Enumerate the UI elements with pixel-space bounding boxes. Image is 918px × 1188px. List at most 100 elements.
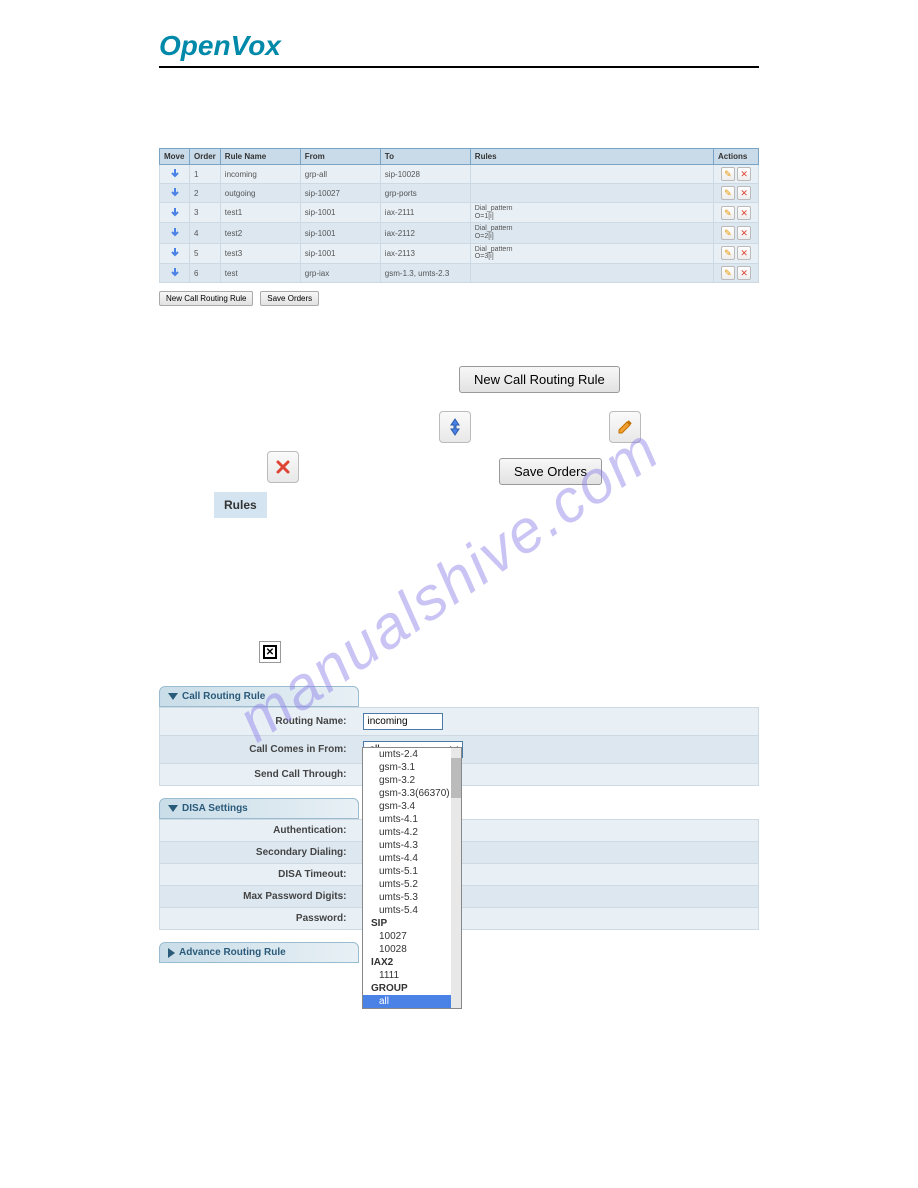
dropdown-option[interactable]: umts-4.3 (363, 839, 461, 852)
chevron-right-icon (168, 948, 175, 958)
dropdown-scrollbar[interactable] (451, 748, 461, 1008)
advance-section-header[interactable]: Advance Routing Rule (159, 942, 359, 963)
max-pwd-label: Max Password Digits: (160, 886, 355, 908)
dropdown-option[interactable]: all (363, 995, 461, 1008)
advance-title: Advance Routing Rule (179, 947, 286, 958)
cell-from: sip-1001 (300, 203, 380, 223)
delete-icon[interactable]: ✕ (737, 226, 751, 240)
chevron-down-icon (168, 805, 178, 812)
cell-order: 3 (190, 203, 221, 223)
th-rules: Rules (470, 149, 713, 165)
cell-to: iax-2113 (380, 243, 470, 263)
cell-rules: Dial_pattern O=2[i] (470, 223, 713, 243)
dropdown-panel[interactable]: umts-2.4gsm-3.1gsm-3.2gsm-3.3(66370)gsm-… (362, 747, 462, 1009)
cell-rules (470, 165, 713, 184)
cell-name: test (220, 264, 300, 283)
dropdown-option[interactable]: GROUP (363, 982, 461, 995)
cell-to: grp-ports (380, 184, 470, 203)
dropdown-option[interactable]: umts-5.2 (363, 878, 461, 891)
move-down-icon[interactable] (169, 246, 181, 258)
dropdown-option[interactable]: gsm-3.4 (363, 800, 461, 813)
cell-name: test3 (220, 243, 300, 263)
cell-from: sip-1001 (300, 223, 380, 243)
dropdown-option[interactable]: 10028 (363, 943, 461, 956)
dropdown-option[interactable]: gsm-3.1 (363, 761, 461, 774)
delete-icon[interactable]: ✕ (737, 246, 751, 260)
disa-section-header[interactable]: DISA Settings (159, 798, 359, 819)
cell-from: grp-all (300, 165, 380, 184)
delete-icon[interactable]: ✕ (737, 206, 751, 220)
password-label: Password: (160, 908, 355, 930)
disa-title: DISA Settings (182, 803, 248, 814)
cell-rules (470, 184, 713, 203)
edit-icon[interactable]: ✎ (721, 167, 735, 181)
th-from: From (300, 149, 380, 165)
cell-name: incoming (220, 165, 300, 184)
cell-order: 4 (190, 223, 221, 243)
dropdown-option[interactable]: gsm-3.2 (363, 774, 461, 787)
edit-icon[interactable]: ✎ (721, 246, 735, 260)
delete-icon[interactable]: ✕ (737, 167, 751, 181)
disa-timeout-label: DISA Timeout: (160, 864, 355, 886)
delete-icon[interactable]: ✕ (737, 186, 751, 200)
dropdown-option[interactable]: umts-5.3 (363, 891, 461, 904)
dropdown-option[interactable]: IAX2 (363, 956, 461, 969)
dropdown-option[interactable]: SIP (363, 917, 461, 930)
table-row: 5test3sip-1001iax-2113Dial_pattern O=3[i… (160, 243, 759, 263)
table-header-row: Move Order Rule Name From To Rules Actio… (160, 149, 759, 165)
new-rule-button-big[interactable]: New Call Routing Rule (459, 366, 620, 393)
dropdown-option[interactable]: umts-4.2 (363, 826, 461, 839)
edit-icon[interactable]: ✎ (721, 206, 735, 220)
th-actions: Actions (714, 149, 759, 165)
routing-name-label: Routing Name: (160, 708, 355, 736)
dropdown-option[interactable]: umts-5.1 (363, 865, 461, 878)
cell-name: outgoing (220, 184, 300, 203)
dropdown-option[interactable]: umts-5.4 (363, 904, 461, 917)
dropdown-option[interactable]: umts-4.1 (363, 813, 461, 826)
table-row: 1incominggrp-allsip-10028 ✎ ✕ (160, 165, 759, 184)
logo: OpenVox (159, 30, 759, 68)
delete-icon[interactable]: ✕ (737, 266, 751, 280)
dropdown-option[interactable]: umts-4.4 (363, 852, 461, 865)
routing-name-input[interactable] (363, 713, 443, 730)
edit-icon[interactable]: ✎ (721, 186, 735, 200)
secondary-label: Secondary Dialing: (160, 842, 355, 864)
edit-icon-demo[interactable] (609, 411, 641, 443)
save-orders-button-small[interactable]: Save Orders (260, 291, 319, 306)
close-square-icon[interactable]: ✕ (259, 641, 281, 663)
dropdown-option[interactable]: gsm-3.3(66370) (363, 787, 461, 800)
cell-order: 6 (190, 264, 221, 283)
th-order: Order (190, 149, 221, 165)
call-routing-section-header[interactable]: Call Routing Rule (159, 686, 359, 707)
cell-to: iax-2112 (380, 223, 470, 243)
delete-icon-demo[interactable] (267, 451, 299, 483)
cell-to: sip-10028 (380, 165, 470, 184)
rules-table: Move Order Rule Name From To Rules Actio… (159, 148, 759, 283)
move-down-icon[interactable] (169, 206, 181, 218)
dropdown-option[interactable]: 10027 (363, 930, 461, 943)
send-through-label: Send Call Through: (160, 764, 355, 786)
table-row: 3test1sip-1001iax-2111Dial_pattern O=1[i… (160, 203, 759, 223)
move-down-icon[interactable] (169, 186, 181, 198)
new-rule-button-small[interactable]: New Call Routing Rule (159, 291, 253, 306)
cell-rules: Dial_pattern O=1[i] (470, 203, 713, 223)
form-row: Routing Name: (160, 708, 759, 736)
dropdown-option[interactable]: 1111 (363, 969, 461, 982)
dropdown-option[interactable]: umts-2.4 (363, 748, 461, 761)
edit-icon[interactable]: ✎ (721, 226, 735, 240)
th-to: To (380, 149, 470, 165)
move-down-icon[interactable] (169, 167, 181, 179)
table-row: 6testgrp-iaxgsm-1.3, umts-2.3✎ ✕ (160, 264, 759, 283)
call-routing-title: Call Routing Rule (182, 691, 265, 702)
move-arrow-icon-demo[interactable] (439, 411, 471, 443)
th-move: Move (160, 149, 190, 165)
cell-order: 1 (190, 165, 221, 184)
move-down-icon[interactable] (169, 266, 181, 278)
cell-rules: Dial_pattern O=3[i] (470, 243, 713, 263)
edit-icon[interactable]: ✎ (721, 266, 735, 280)
cell-order: 5 (190, 243, 221, 263)
save-orders-button-big[interactable]: Save Orders (499, 458, 602, 485)
move-down-icon[interactable] (169, 226, 181, 238)
auth-label: Authentication: (160, 820, 355, 842)
chevron-down-icon (168, 693, 178, 700)
